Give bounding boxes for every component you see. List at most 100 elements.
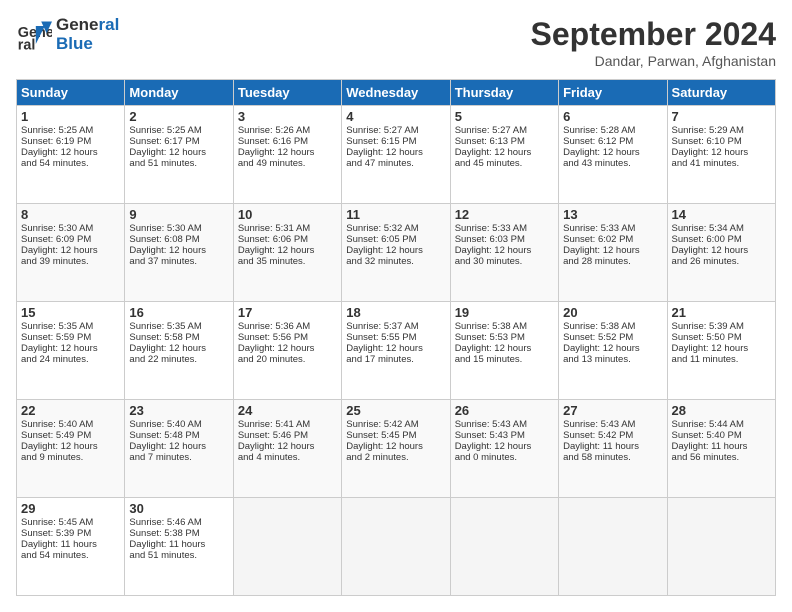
calendar-cell: [342, 498, 450, 596]
sunrise: Sunrise: 5:45 AM: [21, 517, 120, 528]
day-number: 21: [672, 305, 771, 320]
sunrise: Sunrise: 5:30 AM: [21, 223, 120, 234]
day-number: 13: [563, 207, 662, 222]
col-saturday: Saturday: [667, 80, 775, 106]
calendar-cell: 14Sunrise: 5:34 AMSunset: 6:00 PMDayligh…: [667, 204, 775, 302]
daylight: Daylight: 12 hours and 41 minutes.: [672, 147, 771, 169]
calendar-cell: [559, 498, 667, 596]
sunrise: Sunrise: 5:33 AM: [563, 223, 662, 234]
daylight: Daylight: 12 hours and 13 minutes.: [563, 343, 662, 365]
calendar-cell: 2Sunrise: 5:25 AMSunset: 6:17 PMDaylight…: [125, 106, 233, 204]
daylight: Daylight: 11 hours and 54 minutes.: [21, 539, 120, 561]
daylight: Daylight: 12 hours and 0 minutes.: [455, 441, 554, 463]
sunrise: Sunrise: 5:25 AM: [129, 125, 228, 136]
sunset: Sunset: 6:06 PM: [238, 234, 337, 245]
day-number: 17: [238, 305, 337, 320]
daylight: Daylight: 12 hours and 17 minutes.: [346, 343, 445, 365]
month-title: September 2024: [531, 16, 776, 53]
sunrise: Sunrise: 5:27 AM: [455, 125, 554, 136]
daylight: Daylight: 12 hours and 2 minutes.: [346, 441, 445, 463]
day-number: 18: [346, 305, 445, 320]
sunrise: Sunrise: 5:38 AM: [455, 321, 554, 332]
day-number: 11: [346, 207, 445, 222]
daylight: Daylight: 12 hours and 30 minutes.: [455, 245, 554, 267]
calendar-cell: 24Sunrise: 5:41 AMSunset: 5:46 PMDayligh…: [233, 400, 341, 498]
calendar-cell: 6Sunrise: 5:28 AMSunset: 6:12 PMDaylight…: [559, 106, 667, 204]
sunset: Sunset: 6:19 PM: [21, 136, 120, 147]
sunrise: Sunrise: 5:40 AM: [21, 419, 120, 430]
svg-text:ral: ral: [18, 37, 36, 53]
sunrise: Sunrise: 5:44 AM: [672, 419, 771, 430]
sunset: Sunset: 6:13 PM: [455, 136, 554, 147]
col-sunday: Sunday: [17, 80, 125, 106]
day-number: 20: [563, 305, 662, 320]
day-number: 7: [672, 109, 771, 124]
calendar-cell: 15Sunrise: 5:35 AMSunset: 5:59 PMDayligh…: [17, 302, 125, 400]
calendar-cell: 19Sunrise: 5:38 AMSunset: 5:53 PMDayligh…: [450, 302, 558, 400]
day-number: 6: [563, 109, 662, 124]
calendar-cell: 7Sunrise: 5:29 AMSunset: 6:10 PMDaylight…: [667, 106, 775, 204]
sunrise: Sunrise: 5:38 AM: [563, 321, 662, 332]
logo-icon: Gene ral: [16, 17, 52, 53]
header: Gene ral General Blue September 2024 Dan…: [16, 16, 776, 69]
col-wednesday: Wednesday: [342, 80, 450, 106]
daylight: Daylight: 12 hours and 9 minutes.: [21, 441, 120, 463]
sunset: Sunset: 5:53 PM: [455, 332, 554, 343]
calendar-cell: 1Sunrise: 5:25 AMSunset: 6:19 PMDaylight…: [17, 106, 125, 204]
logo-line1: General: [56, 16, 119, 35]
sunset: Sunset: 5:38 PM: [129, 528, 228, 539]
sunrise: Sunrise: 5:30 AM: [129, 223, 228, 234]
calendar-cell: 11Sunrise: 5:32 AMSunset: 6:05 PMDayligh…: [342, 204, 450, 302]
day-number: 8: [21, 207, 120, 222]
sunrise: Sunrise: 5:32 AM: [346, 223, 445, 234]
sunrise: Sunrise: 5:28 AM: [563, 125, 662, 136]
calendar-header-row: Sunday Monday Tuesday Wednesday Thursday…: [17, 80, 776, 106]
day-number: 15: [21, 305, 120, 320]
daylight: Daylight: 11 hours and 51 minutes.: [129, 539, 228, 561]
logo: Gene ral General Blue: [16, 16, 119, 53]
calendar-cell: 23Sunrise: 5:40 AMSunset: 5:48 PMDayligh…: [125, 400, 233, 498]
day-number: 28: [672, 403, 771, 418]
logo-line2: Blue: [56, 35, 119, 54]
daylight: Daylight: 12 hours and 37 minutes.: [129, 245, 228, 267]
calendar-cell: 9Sunrise: 5:30 AMSunset: 6:08 PMDaylight…: [125, 204, 233, 302]
calendar-row-3: 15Sunrise: 5:35 AMSunset: 5:59 PMDayligh…: [17, 302, 776, 400]
sunrise: Sunrise: 5:25 AM: [21, 125, 120, 136]
calendar-cell: 17Sunrise: 5:36 AMSunset: 5:56 PMDayligh…: [233, 302, 341, 400]
daylight: Daylight: 12 hours and 49 minutes.: [238, 147, 337, 169]
day-number: 25: [346, 403, 445, 418]
day-number: 4: [346, 109, 445, 124]
calendar-cell: 12Sunrise: 5:33 AMSunset: 6:03 PMDayligh…: [450, 204, 558, 302]
daylight: Daylight: 12 hours and 24 minutes.: [21, 343, 120, 365]
sunset: Sunset: 5:48 PM: [129, 430, 228, 441]
sunset: Sunset: 6:03 PM: [455, 234, 554, 245]
calendar-cell: 30Sunrise: 5:46 AMSunset: 5:38 PMDayligh…: [125, 498, 233, 596]
calendar-cell: 10Sunrise: 5:31 AMSunset: 6:06 PMDayligh…: [233, 204, 341, 302]
daylight: Daylight: 12 hours and 28 minutes.: [563, 245, 662, 267]
sunrise: Sunrise: 5:37 AM: [346, 321, 445, 332]
sunset: Sunset: 5:50 PM: [672, 332, 771, 343]
col-tuesday: Tuesday: [233, 80, 341, 106]
sunset: Sunset: 6:09 PM: [21, 234, 120, 245]
sunset: Sunset: 5:42 PM: [563, 430, 662, 441]
sunrise: Sunrise: 5:34 AM: [672, 223, 771, 234]
calendar-cell: 8Sunrise: 5:30 AMSunset: 6:09 PMDaylight…: [17, 204, 125, 302]
day-number: 26: [455, 403, 554, 418]
day-number: 30: [129, 501, 228, 516]
daylight: Daylight: 12 hours and 11 minutes.: [672, 343, 771, 365]
sunset: Sunset: 6:17 PM: [129, 136, 228, 147]
day-number: 3: [238, 109, 337, 124]
daylight: Daylight: 12 hours and 7 minutes.: [129, 441, 228, 463]
day-number: 16: [129, 305, 228, 320]
calendar-cell: 13Sunrise: 5:33 AMSunset: 6:02 PMDayligh…: [559, 204, 667, 302]
sunset: Sunset: 5:43 PM: [455, 430, 554, 441]
calendar-row-4: 22Sunrise: 5:40 AMSunset: 5:49 PMDayligh…: [17, 400, 776, 498]
day-number: 14: [672, 207, 771, 222]
sunrise: Sunrise: 5:40 AM: [129, 419, 228, 430]
daylight: Daylight: 11 hours and 58 minutes.: [563, 441, 662, 463]
day-number: 10: [238, 207, 337, 222]
day-number: 22: [21, 403, 120, 418]
calendar-row-5: 29Sunrise: 5:45 AMSunset: 5:39 PMDayligh…: [17, 498, 776, 596]
calendar-cell: [233, 498, 341, 596]
sunrise: Sunrise: 5:27 AM: [346, 125, 445, 136]
